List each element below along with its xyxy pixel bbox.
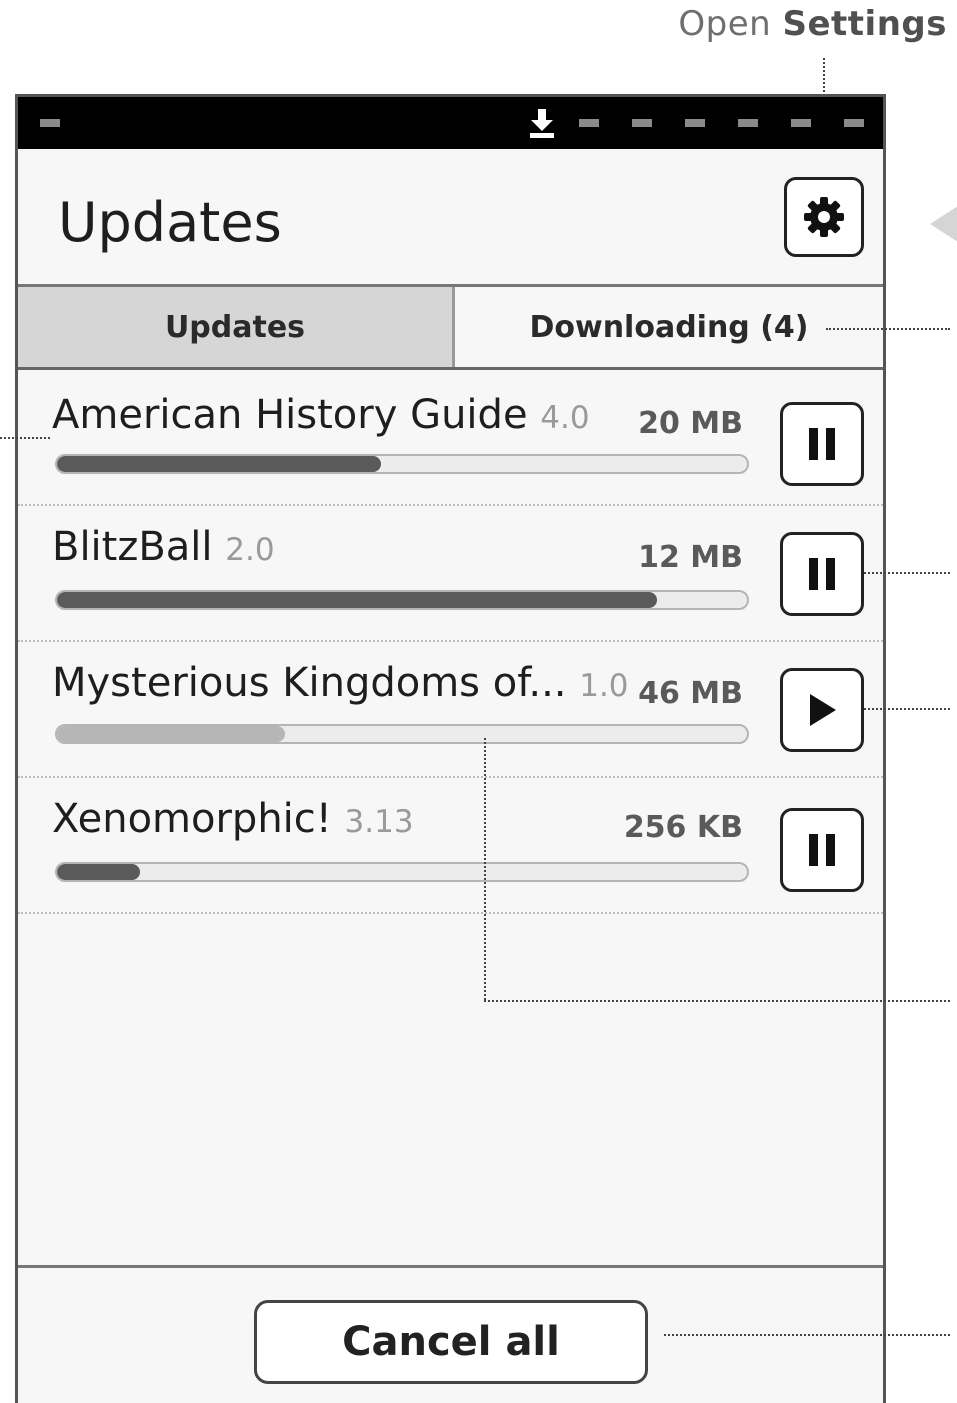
app-name: Mysterious Kingdoms of... 1.0	[52, 660, 629, 706]
status-indicator	[40, 119, 60, 127]
cancel-all-button[interactable]: Cancel all	[254, 1300, 648, 1384]
pause-button[interactable]	[780, 532, 864, 616]
progress-fill	[57, 456, 382, 472]
app-title: American History Guide	[52, 392, 528, 438]
annotation-connector	[864, 572, 950, 574]
app-title: Xenomorphic!	[52, 796, 332, 842]
progress-fill	[57, 726, 285, 742]
settings-button[interactable]	[784, 177, 864, 257]
app-version: 2.0	[225, 532, 275, 568]
download-size: 20 MB	[638, 406, 743, 441]
pause-icon	[809, 428, 835, 460]
download-size: 12 MB	[638, 540, 743, 575]
status-indicator	[579, 119, 599, 127]
annotation-connector	[664, 1334, 950, 1336]
tab-downloading[interactable]: Downloading (4)	[455, 287, 883, 367]
status-bar	[18, 97, 883, 149]
status-indicator	[791, 119, 811, 127]
app-name: BlitzBall 2.0	[52, 524, 275, 570]
progress-bar	[55, 590, 749, 610]
progress-bar	[55, 862, 749, 882]
tab-updates[interactable]: Updates	[18, 287, 455, 367]
app-title: Mysterious Kingdoms of...	[52, 660, 567, 706]
download-size: 46 MB	[638, 676, 743, 711]
list-item: Xenomorphic! 3.13 256 KB	[18, 778, 883, 914]
annotation-connector	[0, 437, 50, 439]
resume-button[interactable]	[780, 668, 864, 752]
open-settings-annotation: Open Settings	[678, 4, 947, 44]
progress-fill	[57, 864, 140, 880]
page-title: Updates	[58, 191, 282, 254]
annotation-connector	[484, 738, 486, 1000]
pause-button[interactable]	[780, 402, 864, 486]
phone-screen: Updates Updates Downloading (4) American…	[15, 94, 886, 1403]
download-size: 256 KB	[623, 810, 743, 845]
annotation-prefix: Open	[678, 4, 772, 44]
gear-icon	[804, 197, 844, 237]
status-indicator	[844, 119, 864, 127]
app-bar: Updates	[18, 149, 883, 287]
app-title: BlitzBall	[52, 524, 213, 570]
app-version: 3.13	[344, 804, 414, 840]
annotation-connector	[826, 328, 950, 330]
side-arrow-icon	[930, 206, 957, 242]
app-version: 4.0	[540, 400, 590, 436]
pause-icon	[809, 834, 835, 866]
status-indicator	[685, 119, 705, 127]
annotation-connector	[864, 708, 950, 710]
progress-bar	[55, 454, 749, 474]
status-indicator	[738, 119, 758, 127]
list-item: American History Guide 4.0 20 MB	[18, 370, 883, 506]
list-item: BlitzBall 2.0 12 MB	[18, 506, 883, 642]
app-name: American History Guide 4.0	[52, 392, 590, 438]
download-list: American History Guide 4.0 20 MB BlitzBa…	[18, 370, 883, 914]
app-version: 1.0	[579, 668, 629, 704]
annotation-connector	[484, 1000, 950, 1002]
list-item: Mysterious Kingdoms of... 1.0 46 MB	[18, 642, 883, 778]
progress-fill	[57, 592, 658, 608]
pause-icon	[809, 558, 835, 590]
progress-bar	[55, 724, 749, 744]
download-status-icon	[530, 109, 554, 138]
annotation-emphasis: Settings	[782, 4, 947, 44]
tab-bar: Updates Downloading (4)	[18, 287, 883, 370]
play-icon	[810, 694, 836, 726]
app-name: Xenomorphic! 3.13	[52, 796, 414, 842]
pause-button[interactable]	[780, 808, 864, 892]
status-indicator	[632, 119, 652, 127]
